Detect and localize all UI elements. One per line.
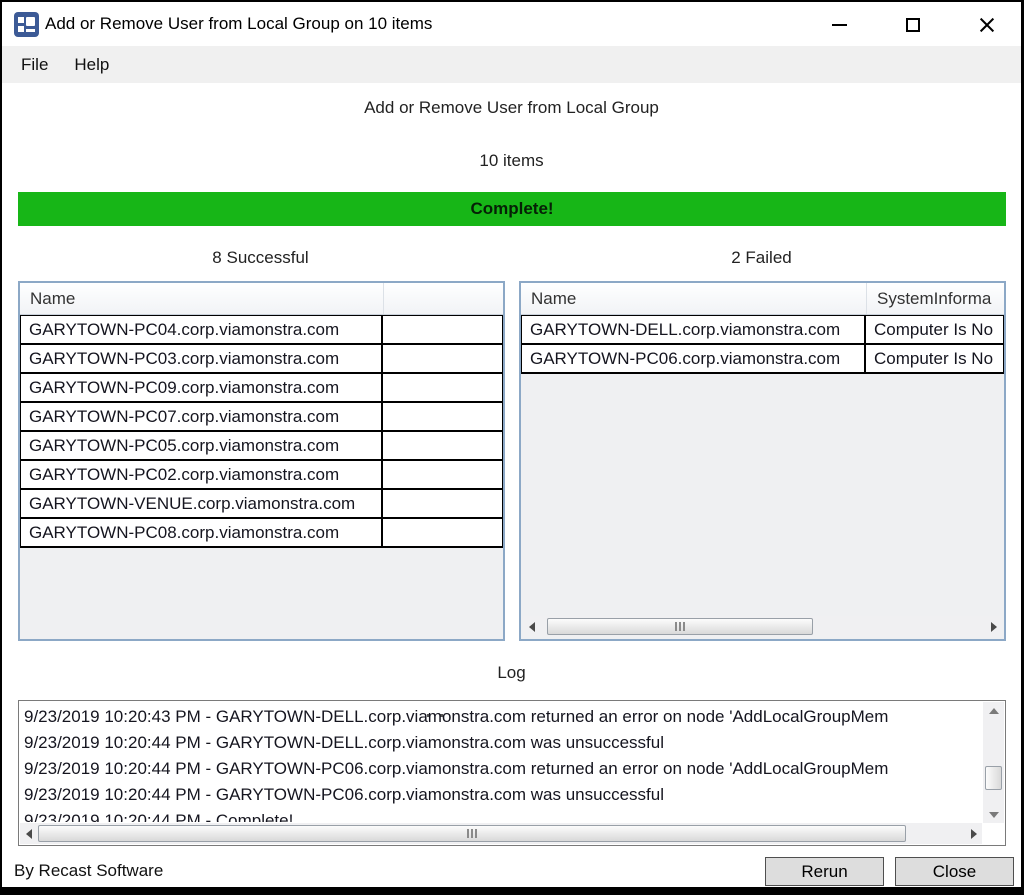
cell-info <box>383 316 502 343</box>
maximize-button[interactable] <box>890 10 936 40</box>
cell-info <box>383 490 502 517</box>
table-row[interactable]: GARYTOWN-PC09.corp.viamonstra.com <box>20 374 503 403</box>
menu-item-file[interactable]: File <box>15 51 54 79</box>
arrow-up-icon <box>989 708 999 714</box>
cell-info: Computer Is No <box>866 345 1003 372</box>
cell-name: GARYTOWN-PC06.corp.viamonstra.com <box>522 345 866 372</box>
scroll-right-button[interactable] <box>965 823 982 844</box>
close-button[interactable]: Close <box>895 857 1014 886</box>
cell-name: GARYTOWN-PC05.corp.viamonstra.com <box>21 432 383 459</box>
table-row[interactable]: GARYTOWN-PC02.corp.viamonstra.com <box>20 461 503 490</box>
cell-name: GARYTOWN-PC08.corp.viamonstra.com <box>21 519 383 546</box>
window-title: Add or Remove User from Local Group on 1… <box>45 14 432 34</box>
table-row[interactable]: GARYTOWN-PC05.corp.viamonstra.com <box>20 432 503 461</box>
app-window: Add or Remove User from Local Group on 1… <box>0 0 1024 895</box>
successful-table-body: GARYTOWN-PC04.corp.viamonstra.comGARYTOW… <box>20 315 503 548</box>
cell-name: GARYTOWN-PC09.corp.viamonstra.com <box>21 374 383 401</box>
table-row[interactable]: GARYTOWN-PC03.corp.viamonstra.com <box>20 345 503 374</box>
close-icon <box>979 17 995 33</box>
log-hscrollbar[interactable] <box>20 823 982 844</box>
app-icon <box>14 12 39 37</box>
successful-table-header: Name <box>20 283 503 315</box>
arrow-left-icon <box>26 829 32 839</box>
failed-table-header: Name SystemInforma <box>521 283 1004 315</box>
log-vscrollbar[interactable] <box>983 702 1004 823</box>
menu-item-help[interactable]: Help <box>68 51 115 79</box>
cell-info <box>383 432 502 459</box>
failed-table-body: GARYTOWN-DELL.corp.viamonstra.comCompute… <box>521 315 1004 374</box>
scrollbar-thumb[interactable] <box>547 618 813 635</box>
failed-table: Name SystemInforma GARYTOWN-DELL.corp.vi… <box>519 281 1006 641</box>
minimize-icon <box>832 24 847 26</box>
arrow-right-icon <box>991 622 997 632</box>
cell-name: GARYTOWN-DELL.corp.viamonstra.com <box>522 316 866 343</box>
log-line: 9/23/2019 10:20:44 PM - GARYTOWN-PC06.co… <box>24 782 981 808</box>
credit-text: By Recast Software <box>14 861 163 881</box>
cell-info <box>383 345 502 372</box>
status-text: Complete! <box>470 199 553 219</box>
log-lines: 9/23/2019 10:20:43 PM - GARYTOWN-DELL.co… <box>24 704 981 822</box>
log-line: 9/23/2019 10:20:44 PM - Complete! <box>24 808 981 822</box>
cell-info: Computer Is No <box>866 316 1003 343</box>
cell-info <box>383 519 502 546</box>
scrollbar-thumb[interactable] <box>985 766 1002 790</box>
column-header-name[interactable]: Name <box>521 283 867 314</box>
menu-bar: File Help <box>2 46 1021 83</box>
cell-name: GARYTOWN-PC03.corp.viamonstra.com <box>21 345 383 372</box>
table-row[interactable]: GARYTOWN-PC07.corp.viamonstra.com <box>20 403 503 432</box>
scrollbar-thumb[interactable] <box>38 825 906 842</box>
cell-name: GARYTOWN-VENUE.corp.viamonstra.com <box>21 490 383 517</box>
failed-count-label: 2 Failed <box>519 248 1004 268</box>
rerun-button[interactable]: Rerun <box>765 857 884 886</box>
close-window-button[interactable] <box>964 10 1010 40</box>
cell-info <box>383 461 502 488</box>
title-bar: Add or Remove User from Local Group on 1… <box>2 2 1021 46</box>
successful-count-label: 8 Successful <box>18 248 503 268</box>
cell-info <box>383 374 502 401</box>
log-line: 9/23/2019 10:20:43 PM - GARYTOWN-DELL.co… <box>24 704 981 730</box>
table-row[interactable]: GARYTOWN-DELL.corp.viamonstra.comCompute… <box>521 316 1004 345</box>
arrow-right-icon <box>971 829 977 839</box>
log-line: 9/23/2019 10:20:44 PM - GARYTOWN-PC06.co… <box>24 756 981 782</box>
cell-name: GARYTOWN-PC02.corp.viamonstra.com <box>21 461 383 488</box>
scroll-down-button[interactable] <box>983 806 1004 823</box>
table-row[interactable]: GARYTOWN-PC08.corp.viamonstra.com <box>20 519 503 548</box>
scroll-left-button[interactable] <box>523 616 540 637</box>
minimize-button[interactable] <box>816 10 862 40</box>
status-banner: Complete! <box>18 192 1006 226</box>
column-header-extra[interactable] <box>384 283 503 314</box>
cell-info <box>383 403 502 430</box>
table-row[interactable]: GARYTOWN-PC06.corp.viamonstra.comCompute… <box>521 345 1004 374</box>
column-header-name[interactable]: Name <box>20 283 384 314</box>
table-row[interactable]: GARYTOWN-VENUE.corp.viamonstra.com <box>20 490 503 519</box>
cell-name: GARYTOWN-PC04.corp.viamonstra.com <box>21 316 383 343</box>
column-header-systeminformation[interactable]: SystemInforma <box>867 283 1004 314</box>
maximize-icon <box>906 18 920 32</box>
scroll-right-button[interactable] <box>985 616 1002 637</box>
arrow-left-icon <box>529 622 535 632</box>
arrow-down-icon <box>989 812 999 818</box>
scroll-up-button[interactable] <box>983 702 1004 719</box>
log-line: 9/23/2019 10:20:44 PM - GARYTOWN-DELL.co… <box>24 730 981 756</box>
item-count: 10 items <box>2 151 1021 171</box>
failed-table-hscrollbar[interactable] <box>523 616 1002 637</box>
log-label: Log <box>2 663 1021 683</box>
scroll-left-button[interactable] <box>20 823 37 844</box>
successful-table: Name GARYTOWN-PC04.corp.viamonstra.comGA… <box>18 281 505 641</box>
log-textbox[interactable]: 9/23/2019 10:20:43 PM - GARYTOWN-DELL.co… <box>18 700 1006 846</box>
cell-name: GARYTOWN-PC07.corp.viamonstra.com <box>21 403 383 430</box>
table-row[interactable]: GARYTOWN-PC04.corp.viamonstra.com <box>20 316 503 345</box>
page-title: Add or Remove User from Local Group <box>2 98 1021 118</box>
